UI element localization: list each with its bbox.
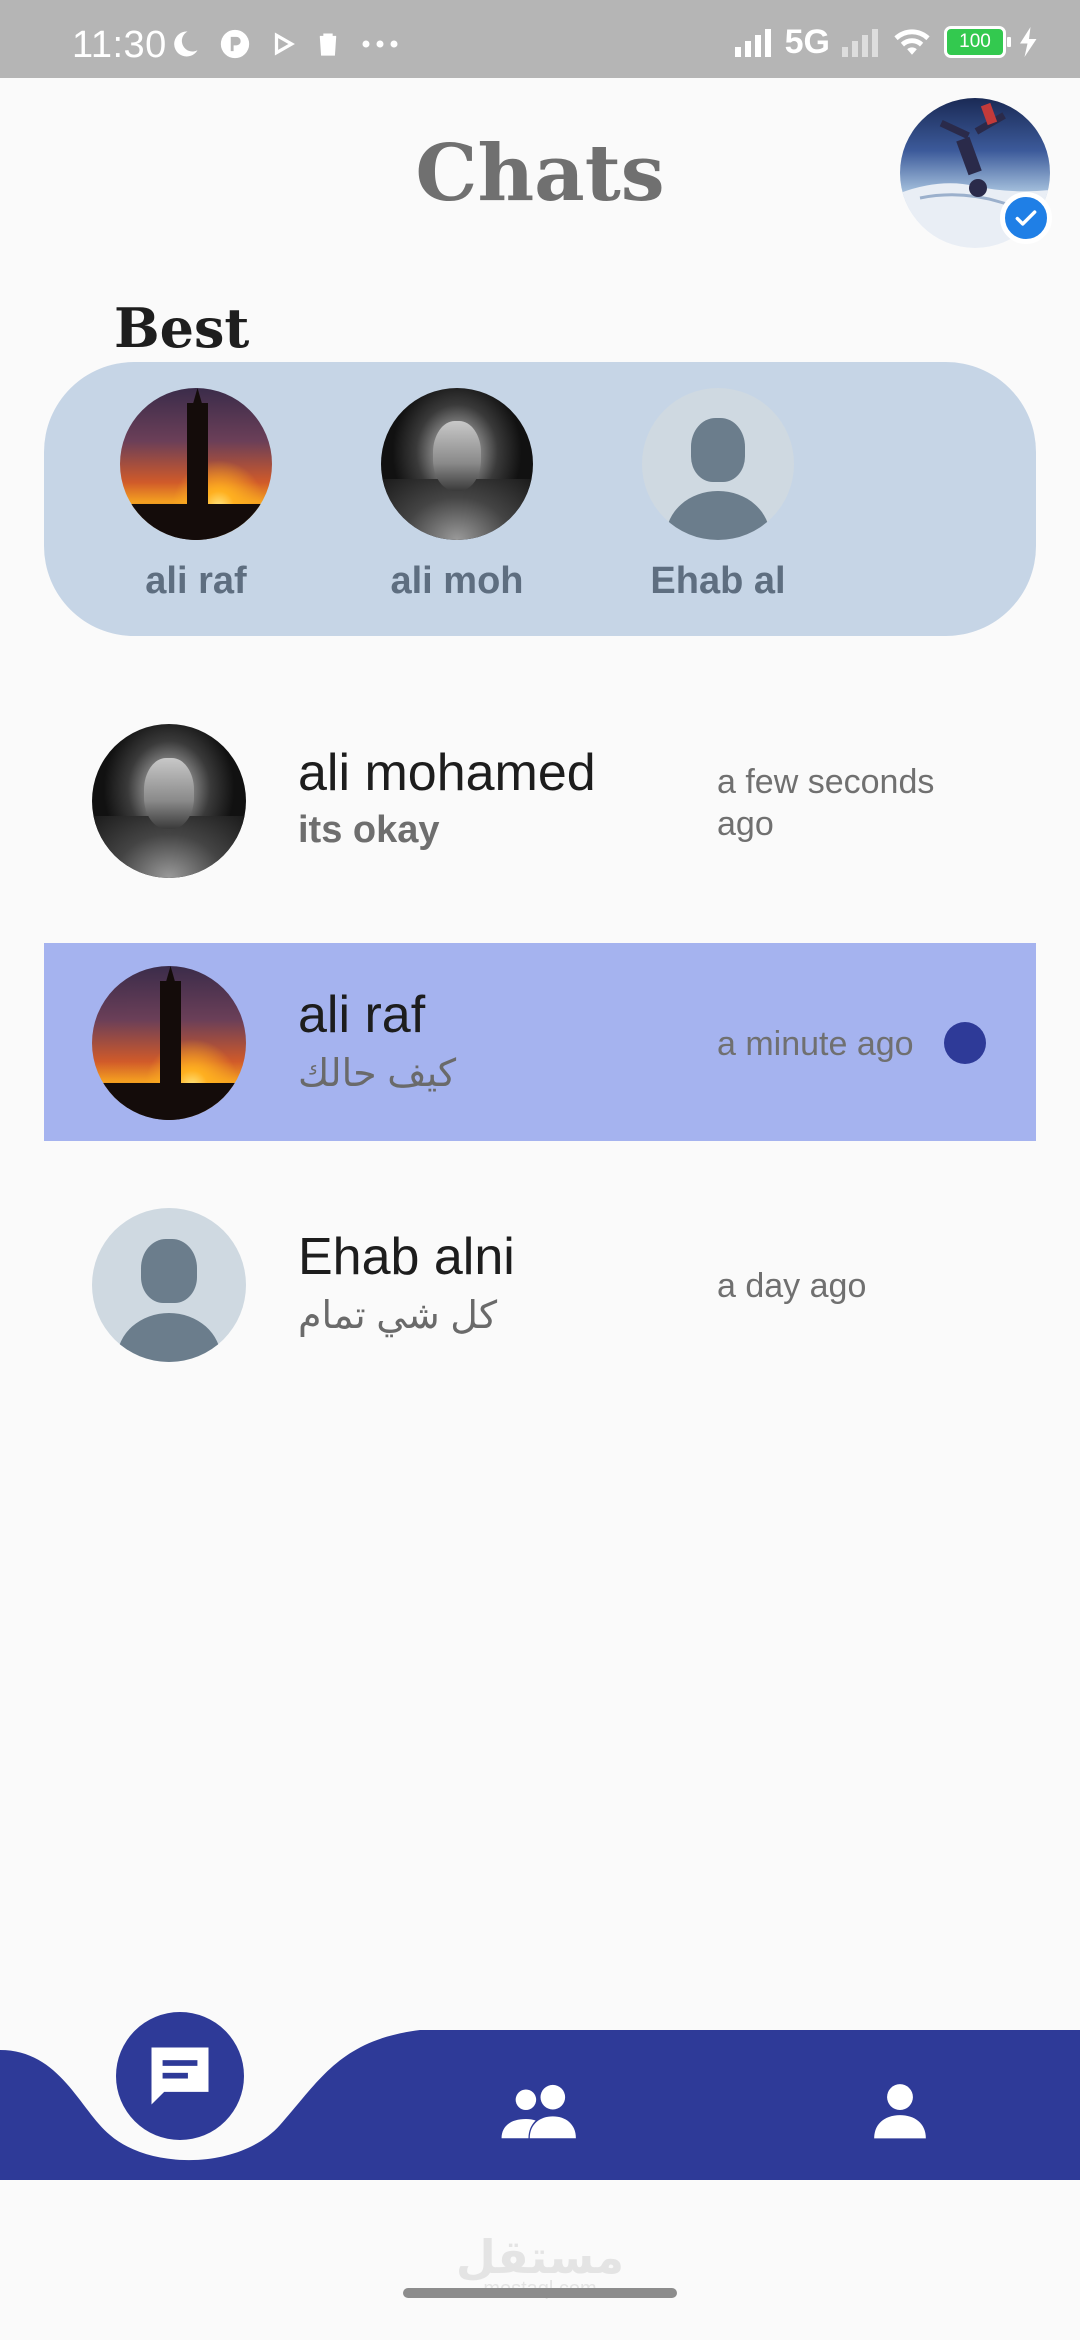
- status-time: 11:30: [72, 24, 167, 66]
- battery-icon: 100: [944, 26, 1011, 58]
- best-section-label: Best: [114, 296, 250, 360]
- nav-profile-button[interactable]: [855, 2070, 945, 2150]
- charging-icon: [1020, 27, 1037, 57]
- chat-contact-name: ali raf: [298, 986, 426, 1044]
- chat-last-message: كيف حالك: [298, 1053, 457, 1095]
- chat-last-message: its okay: [298, 809, 440, 851]
- chats-screen: 11:30 5G 100 Chats Best ali raf ali moh …: [0, 0, 1080, 2340]
- home-indicator[interactable]: [403, 2288, 677, 2298]
- status-bar: 11:30 5G 100: [0, 0, 1080, 78]
- best-contact-item[interactable]: ali raf: [96, 388, 296, 603]
- verified-check-icon: [1000, 192, 1052, 244]
- trash-icon: [319, 33, 337, 56]
- chat-last-message: كل شي تمام: [298, 1295, 498, 1337]
- status-left-icons: [170, 24, 400, 64]
- nav-friends-button[interactable]: [495, 2070, 585, 2150]
- unread-indicator: [944, 1022, 986, 1064]
- avatar: [381, 388, 533, 540]
- watermark-arabic: مستقل: [455, 2231, 625, 2283]
- play-icon: [274, 32, 295, 56]
- best-contact-name: Ehab al: [650, 560, 786, 602]
- chat-list-item[interactable]: Ehab alni كل شي تمام a day ago: [44, 1185, 1036, 1383]
- chat-timestamp: a minute ago: [717, 1025, 914, 1063]
- group-icon: [501, 2084, 576, 2139]
- more-icon: [362, 40, 398, 48]
- signal-weak-icon: [842, 29, 878, 57]
- chat-icon: [151, 2047, 209, 2105]
- app-icon: [220, 29, 250, 59]
- best-contact-name: ali moh: [390, 560, 524, 602]
- best-contact-item[interactable]: ali moh: [357, 388, 557, 603]
- moon-icon: [174, 31, 198, 57]
- best-contact-item[interactable]: Ehab al: [618, 388, 818, 603]
- avatar: [642, 388, 794, 540]
- network-type: 5G: [784, 22, 830, 61]
- avatar: [92, 966, 246, 1120]
- chat-timestamp: a few seconds ago: [717, 763, 935, 843]
- chat-contact-name: Ehab alni: [298, 1228, 515, 1286]
- nav-chats-button[interactable]: [116, 2012, 244, 2140]
- signal-icon: [734, 29, 771, 57]
- avatar: [120, 388, 272, 540]
- chat-list-item[interactable]: ali raf كيف حالك a minute ago: [44, 943, 1036, 1141]
- status-right-icons: 5G 100: [734, 22, 1040, 62]
- person-icon: [874, 2084, 926, 2139]
- best-contact-name: ali raf: [145, 560, 247, 602]
- chat-contact-name: ali mohamed: [298, 744, 596, 802]
- wifi-icon: [894, 29, 930, 55]
- avatar: [92, 724, 246, 878]
- chat-list-item[interactable]: ali mohamed its okay a few seconds ago: [44, 701, 1036, 899]
- avatar: [92, 1208, 246, 1362]
- chat-timestamp: a day ago: [717, 1267, 867, 1305]
